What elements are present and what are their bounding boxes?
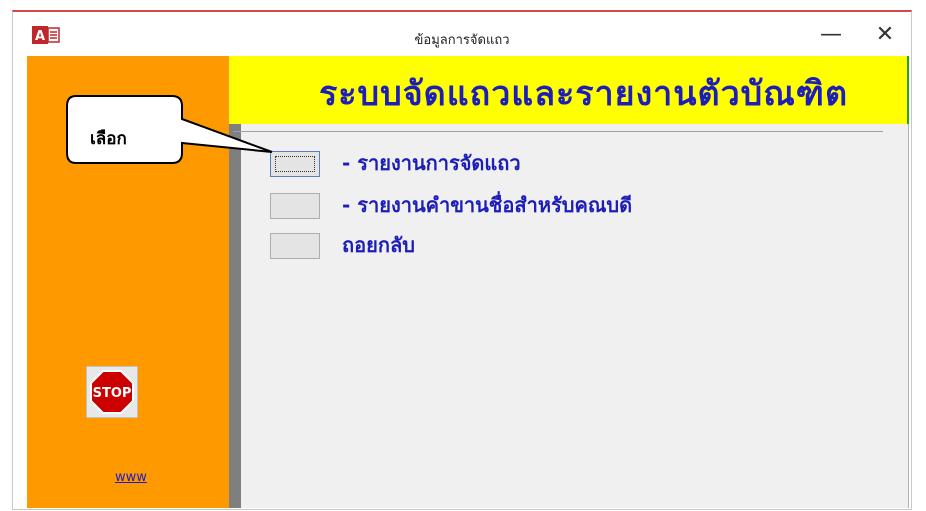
banner-title: ระบบจัดแถวและรายงานตัวบัณฑิต: [319, 74, 849, 114]
back-label[interactable]: ถอยกลับ: [342, 229, 415, 261]
report-names-label[interactable]: - รายงานคำขานชื่อสำหรับคณบดี: [342, 189, 632, 221]
minimize-button[interactable]: —: [811, 20, 851, 50]
app-window: A ข้อมูลการจัดแถว — ✕ ระบบจัดแถวและรายงา…: [12, 10, 912, 510]
close-button[interactable]: ✕: [865, 20, 905, 50]
title-bar: A ข้อมูลการจัดแถว — ✕: [13, 12, 911, 56]
stop-label: STOP: [93, 386, 132, 401]
back-button[interactable]: [270, 233, 320, 259]
stop-icon[interactable]: STOP: [86, 366, 138, 418]
header-banner: ระบบจัดแถวและรายงานตัวบัณฑิต: [229, 56, 909, 124]
www-link[interactable]: www: [115, 470, 147, 485]
callout-text: เลือก: [90, 129, 127, 149]
separator-line: [233, 131, 883, 132]
report-queue-label[interactable]: - รายงานการจัดแถว: [342, 147, 521, 179]
window-title: ข้อมูลการจัดแถว: [414, 33, 510, 48]
divider-bar: [229, 124, 241, 508]
report-names-button[interactable]: [270, 193, 320, 219]
report-queue-button[interactable]: [270, 151, 320, 177]
main-panel: [241, 124, 909, 508]
